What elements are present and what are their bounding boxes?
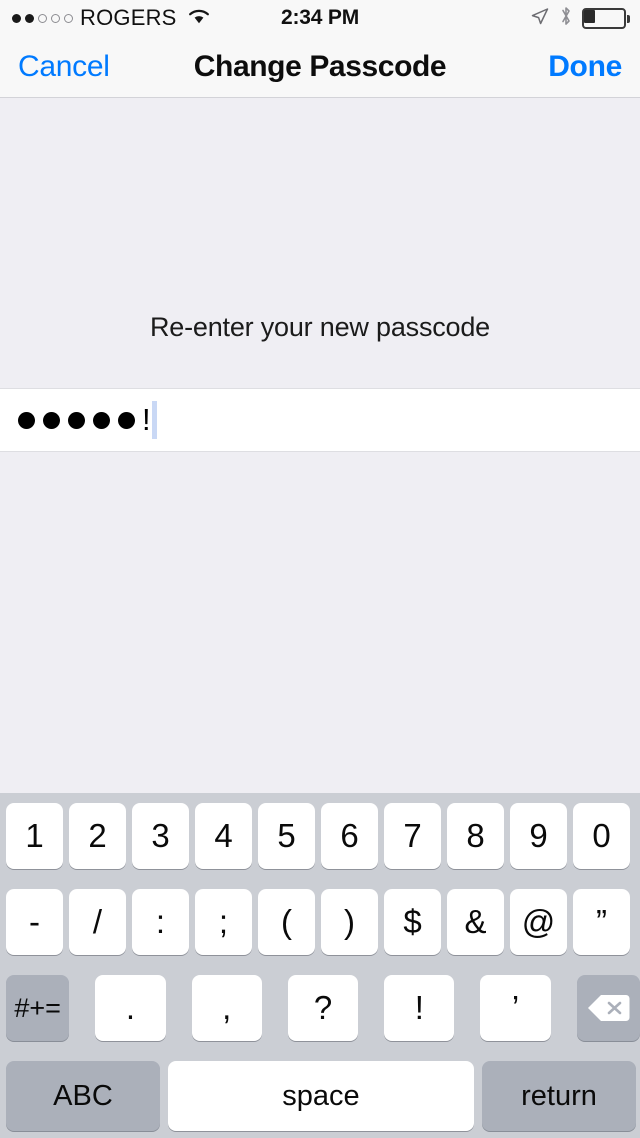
key-6[interactable]: 6 <box>321 803 378 869</box>
passcode-value: ! <box>0 401 157 439</box>
key-period[interactable]: . <box>95 975 166 1041</box>
passcode-last-character: ! <box>142 401 151 437</box>
key-5[interactable]: 5 <box>258 803 315 869</box>
key-colon[interactable]: : <box>132 889 189 955</box>
keyboard-row-punctuation: #+= . , ? ! ’ <box>0 975 640 1041</box>
passcode-masked-dots <box>18 411 135 429</box>
keyboard-row-symbols: - / : ; ( ) $ & @ ” <box>0 889 640 955</box>
keyboard-row-numbers: 1 2 3 4 5 6 7 8 9 0 <box>0 803 640 869</box>
key-apostrophe[interactable]: ’ <box>480 975 551 1041</box>
key-ampersand[interactable]: & <box>447 889 504 955</box>
key-1[interactable]: 1 <box>6 803 63 869</box>
content-area: Re-enter your new passcode ! <box>0 98 640 793</box>
key-abc[interactable]: ABC <box>6 1061 160 1131</box>
key-9[interactable]: 9 <box>510 803 567 869</box>
passcode-input[interactable]: ! <box>0 388 640 452</box>
key-exclamation[interactable]: ! <box>384 975 455 1041</box>
key-0[interactable]: 0 <box>573 803 630 869</box>
key-at[interactable]: @ <box>510 889 567 955</box>
key-open-paren[interactable]: ( <box>258 889 315 955</box>
passcode-dot <box>43 411 60 429</box>
key-3[interactable]: 3 <box>132 803 189 869</box>
key-8[interactable]: 8 <box>447 803 504 869</box>
key-return[interactable]: return <box>482 1061 636 1131</box>
key-semicolon[interactable]: ; <box>195 889 252 955</box>
passcode-dot <box>93 411 110 429</box>
key-hyphen[interactable]: - <box>6 889 63 955</box>
on-screen-keyboard[interactable]: 1 2 3 4 5 6 7 8 9 0 - / : ; ( ) $ & @ ” … <box>0 793 640 1138</box>
key-comma[interactable]: , <box>191 975 262 1041</box>
key-space[interactable]: space <box>168 1061 474 1131</box>
text-caret <box>151 401 157 439</box>
passcode-dot <box>118 411 135 429</box>
keyboard-row-bottom: ABC space return <box>0 1061 640 1131</box>
page-title: Change Passcode <box>193 49 447 83</box>
key-2[interactable]: 2 <box>69 803 126 869</box>
prompt-label: Re-enter your new passcode <box>150 312 490 342</box>
key-4[interactable]: 4 <box>195 803 252 869</box>
passcode-dot <box>18 411 35 429</box>
phone-screen: ROGERS 2:34 PM Cancel Change Passcode Do… <box>0 0 640 1138</box>
status-bar: ROGERS 2:34 PM <box>0 0 640 36</box>
backspace-icon <box>585 992 631 1024</box>
navigation-bar: Cancel Change Passcode Done <box>0 36 640 98</box>
key-slash[interactable]: / <box>69 889 126 955</box>
key-backspace[interactable] <box>576 975 640 1041</box>
key-more-symbols[interactable]: #+= <box>6 975 70 1041</box>
key-7[interactable]: 7 <box>384 803 441 869</box>
location-arrow-icon <box>530 6 550 31</box>
status-bar-right <box>530 5 630 32</box>
key-close-paren[interactable]: ) <box>321 889 378 955</box>
key-quote[interactable]: ” <box>573 889 630 955</box>
done-button[interactable]: Done <box>548 50 622 84</box>
passcode-dot <box>68 411 85 429</box>
battery-icon <box>582 7 630 29</box>
key-question[interactable]: ? <box>287 975 359 1041</box>
bluetooth-icon <box>559 5 573 32</box>
key-dollar[interactable]: $ <box>384 889 441 955</box>
